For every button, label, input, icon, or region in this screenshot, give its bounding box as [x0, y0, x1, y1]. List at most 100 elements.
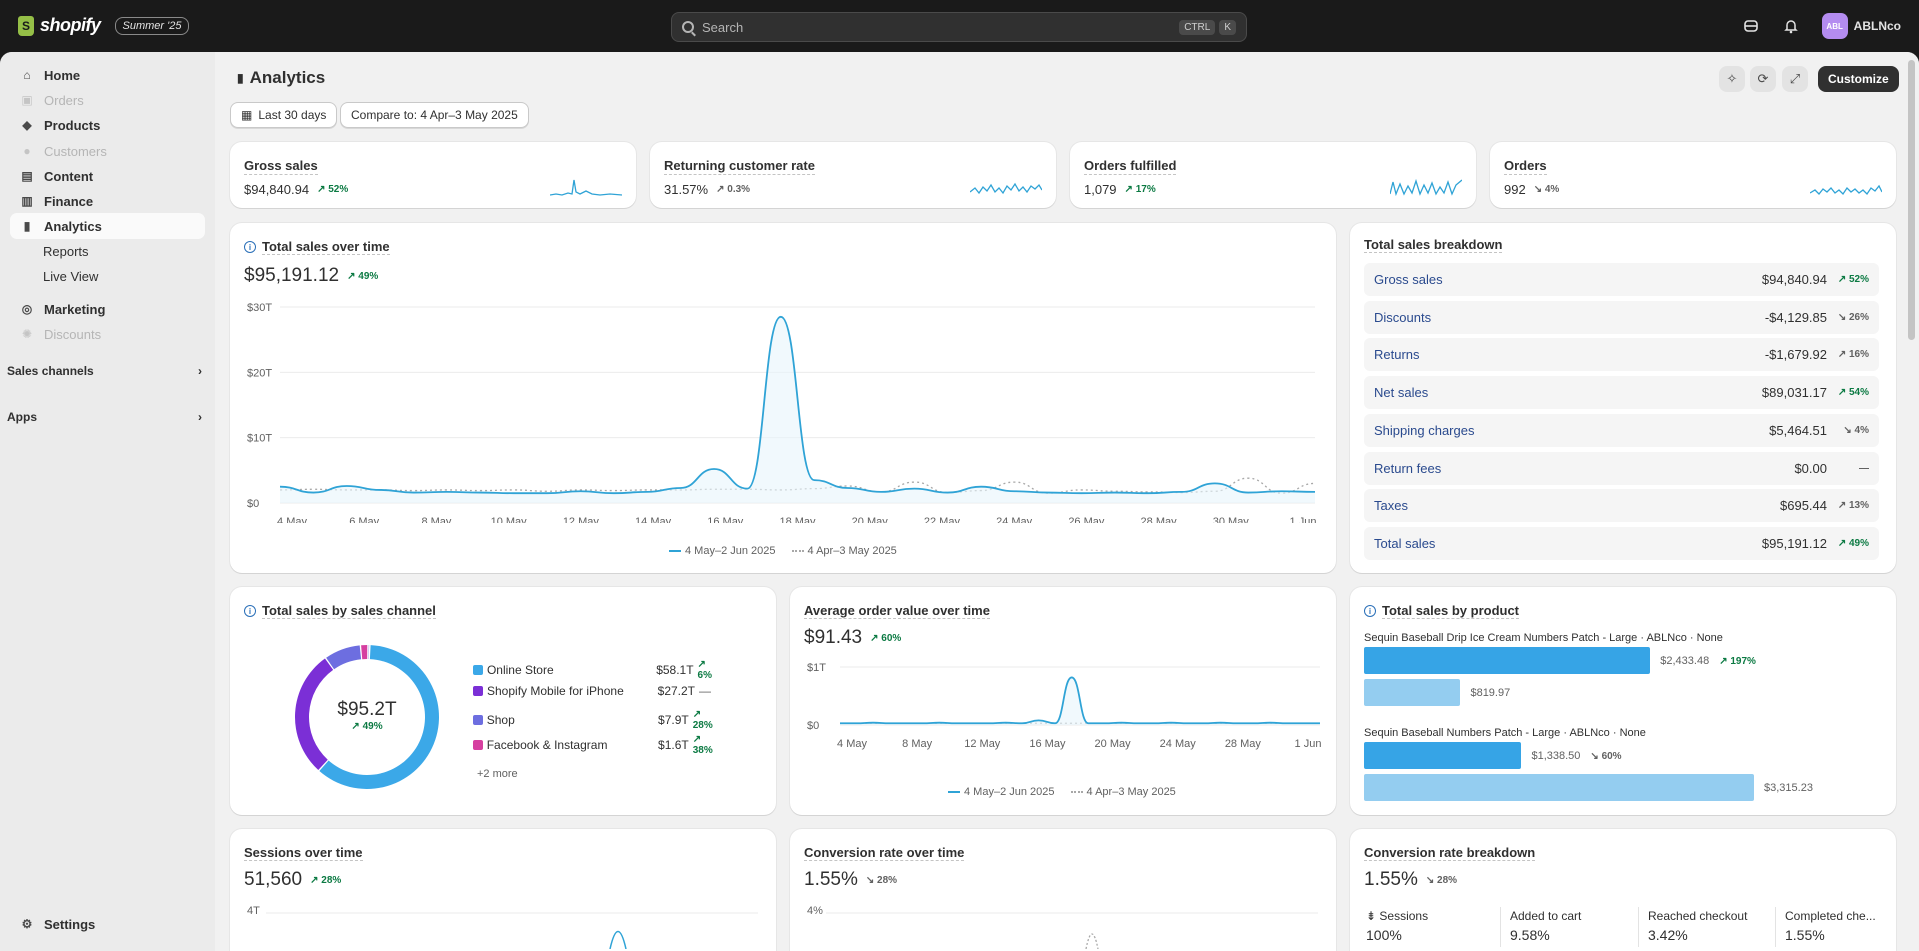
account-menu[interactable]: ABL ABLNco: [1821, 13, 1901, 39]
legend-previous[interactable]: 4 Apr–3 May 2025: [791, 545, 897, 557]
breakdown-row[interactable]: Returns -$1,679.92 ↗ 16%: [1364, 338, 1879, 372]
legend-previous[interactable]: 4 Apr–3 May 2025: [1070, 786, 1176, 798]
legend-current[interactable]: 4 May–2 Jun 2025: [948, 786, 1055, 798]
total-sales-line-chart[interactable]: $30T $20T $10T $0 4 May 6 May 8 May 10 May 12 Ma…: [230, 293, 1336, 523]
breakdown-row[interactable]: Taxes $695.44 ↗ 13%: [1364, 489, 1879, 523]
breakdown-change: ↘ 4%: [1843, 424, 1869, 436]
compare-button[interactable]: Compare to: 4 Apr–3 May 2025: [340, 102, 529, 128]
breakdown-label[interactable]: Returns: [1374, 347, 1765, 362]
x-tick-label: 28 May: [1225, 738, 1262, 750]
card-title[interactable]: Average order value over time: [804, 603, 990, 619]
funnel-step-added-to-cart[interactable]: Added to cart 9.58%: [1510, 909, 1581, 943]
kpi-card-gross-sales[interactable]: Gross sales $94,840.94 ↗ 52%: [230, 142, 636, 208]
channel-row[interactable]: Shopify Mobile for iPhone $27.2T —: [473, 684, 723, 698]
breakdown-label[interactable]: Taxes: [1374, 498, 1780, 513]
card-title[interactable]: Total sales by sales channel: [262, 603, 436, 619]
sidebar-item-home[interactable]: ⌂ Home: [10, 62, 205, 88]
x-tick-label: 16 May: [707, 516, 744, 523]
kpi-card-orders[interactable]: Orders 992 ↘ 4%: [1490, 142, 1896, 208]
search-input[interactable]: [702, 19, 1176, 35]
donut-center-value: $95.2T: [337, 699, 397, 720]
card-title[interactable]: Total sales over time: [262, 239, 390, 255]
x-tick-label: 14 May: [635, 516, 672, 523]
info-icon[interactable]: i: [1364, 605, 1376, 617]
product-value: $1,338.50: [1531, 750, 1581, 762]
kpi-card-orders-fulfilled[interactable]: Orders fulfilled 1,079 ↗ 17%: [1070, 142, 1476, 208]
info-icon[interactable]: i: [244, 241, 256, 253]
legend-current[interactable]: 4 May–2 Jun 2025: [669, 545, 776, 557]
breakdown-label[interactable]: Gross sales: [1374, 272, 1762, 287]
shopify-logo[interactable]: shopify Summer '25: [18, 15, 190, 36]
card-title[interactable]: Sessions over time: [244, 845, 363, 861]
donut-slice[interactable]: [368, 645, 370, 660]
funnel-step-sessions[interactable]: ⇟ Sessions 100%: [1366, 909, 1428, 943]
edition-badge[interactable]: Summer '25: [114, 16, 190, 35]
x-tick-label: 30 May: [1213, 516, 1250, 523]
x-tick-label: 1 Jun: [1290, 516, 1317, 523]
expand-icon[interactable]: ⤢: [1782, 66, 1808, 92]
ai-insights-icon[interactable]: ✧: [1719, 66, 1745, 92]
sidebar-item-marketing[interactable]: ◎ Marketing: [10, 296, 205, 322]
more-channels-link[interactable]: +2 more: [477, 768, 518, 780]
store-icon[interactable]: [1742, 17, 1760, 35]
x-tick-label: 28 May: [1141, 516, 1178, 523]
sidebar-item-settings[interactable]: ⚙ Settings: [10, 911, 205, 937]
date-range-button[interactable]: ▦ Last 30 days: [230, 102, 338, 128]
sidebar-item-orders[interactable]: ▣ Orders: [10, 87, 205, 113]
sidebar-subitem-reports[interactable]: Reports: [43, 244, 89, 259]
bell-icon[interactable]: [1782, 17, 1800, 35]
aov-line-chart[interactable]: $1T $0 4 May 8 May 12 May 16 May 20 May 24 May 2…: [790, 655, 1336, 775]
sidebar-section-apps[interactable]: Apps ›: [7, 410, 202, 424]
x-tick-label: 4 May: [837, 738, 867, 750]
sidebar-item-content[interactable]: ▤ Content: [10, 163, 205, 189]
breakdown-value: $94,840.94: [1761, 272, 1827, 287]
x-tick-label: 1 Jun: [1295, 738, 1322, 750]
card-title[interactable]: Conversion rate over time: [804, 845, 965, 861]
channel-row[interactable]: Shop $7.9T ↗ 28%: [473, 709, 723, 731]
breakdown-label[interactable]: Total sales: [1374, 536, 1762, 551]
refresh-icon[interactable]: ⟳: [1750, 66, 1776, 92]
funnel-step-completed-checkout[interactable]: Completed che... 1.55%: [1785, 909, 1876, 943]
breakdown-label[interactable]: Discounts: [1374, 310, 1765, 325]
breakdown-change: ↗ 13%: [1837, 500, 1869, 512]
breakdown-row[interactable]: Discounts -$4,129.85 ↘ 26%: [1364, 300, 1879, 334]
breakdown-label[interactable]: Shipping charges: [1374, 423, 1769, 438]
sidebar-item-analytics[interactable]: ▮ Analytics: [10, 213, 205, 239]
sidebar-item-products[interactable]: ◆ Products: [10, 112, 205, 138]
breakdown-row[interactable]: Gross sales $94,840.94 ↗ 52%: [1364, 263, 1879, 296]
card-total-sales-by-channel: i Total sales by sales channel $95.2T ↗ 4…: [230, 587, 776, 815]
search-bar[interactable]: CTRL K: [671, 12, 1247, 42]
product-bar-previous[interactable]: [1364, 774, 1754, 801]
card-conversion-rate-over-time: Conversion rate over time 1.55% ↘ 28% 4%: [790, 829, 1336, 951]
customize-button[interactable]: Customize: [1818, 66, 1899, 92]
card-title[interactable]: Total sales breakdown: [1364, 237, 1503, 253]
info-icon[interactable]: i: [244, 605, 256, 617]
card-title[interactable]: Total sales by product: [1382, 603, 1520, 619]
channel-row[interactable]: Online Store $58.1T ↗ 6%: [473, 659, 723, 681]
funnel-step-reached-checkout[interactable]: Reached checkout 3.42%: [1648, 909, 1747, 943]
donut-slice[interactable]: [326, 645, 362, 670]
donut-slice[interactable]: [361, 645, 368, 660]
sidebar-item-customers[interactable]: ● Customers: [10, 138, 205, 164]
card-title[interactable]: Conversion rate breakdown: [1364, 845, 1536, 861]
breakdown-row[interactable]: Total sales $95,191.12 ↗ 49%: [1364, 526, 1879, 560]
product-bar-current[interactable]: [1364, 742, 1522, 769]
sidebar-item-finance[interactable]: ▥ Finance: [10, 188, 205, 214]
breakdown-row[interactable]: Return fees $0.00 —: [1364, 451, 1879, 485]
sidebar-section-sales-channels[interactable]: Sales channels ›: [7, 364, 202, 378]
breakdown-label[interactable]: Return fees: [1374, 461, 1794, 476]
conversion-line-chart[interactable]: [790, 909, 1336, 949]
page-scrollbar[interactable]: [1904, 52, 1919, 951]
kpi-card-returning-customer-rate[interactable]: Returning customer rate 31.57% ↗ 0.3%: [650, 142, 1056, 208]
scroll-thumb[interactable]: [1908, 60, 1915, 340]
product-bar-current[interactable]: [1364, 647, 1651, 674]
channel-row[interactable]: Facebook & Instagram $1.6T ↗ 38%: [473, 734, 723, 756]
product-bar-previous[interactable]: [1364, 679, 1461, 706]
channel-value: $7.9T: [658, 713, 689, 727]
sidebar-item-discounts[interactable]: ✺ Discounts: [10, 321, 205, 347]
breakdown-row[interactable]: Shipping charges $5,464.51 ↘ 4%: [1364, 413, 1879, 447]
sessions-line-chart[interactable]: [230, 909, 776, 949]
breakdown-row[interactable]: Net sales $89,031.17 ↗ 54%: [1364, 376, 1879, 410]
breakdown-label[interactable]: Net sales: [1374, 385, 1762, 400]
sidebar-subitem-live-view[interactable]: Live View: [43, 269, 98, 284]
